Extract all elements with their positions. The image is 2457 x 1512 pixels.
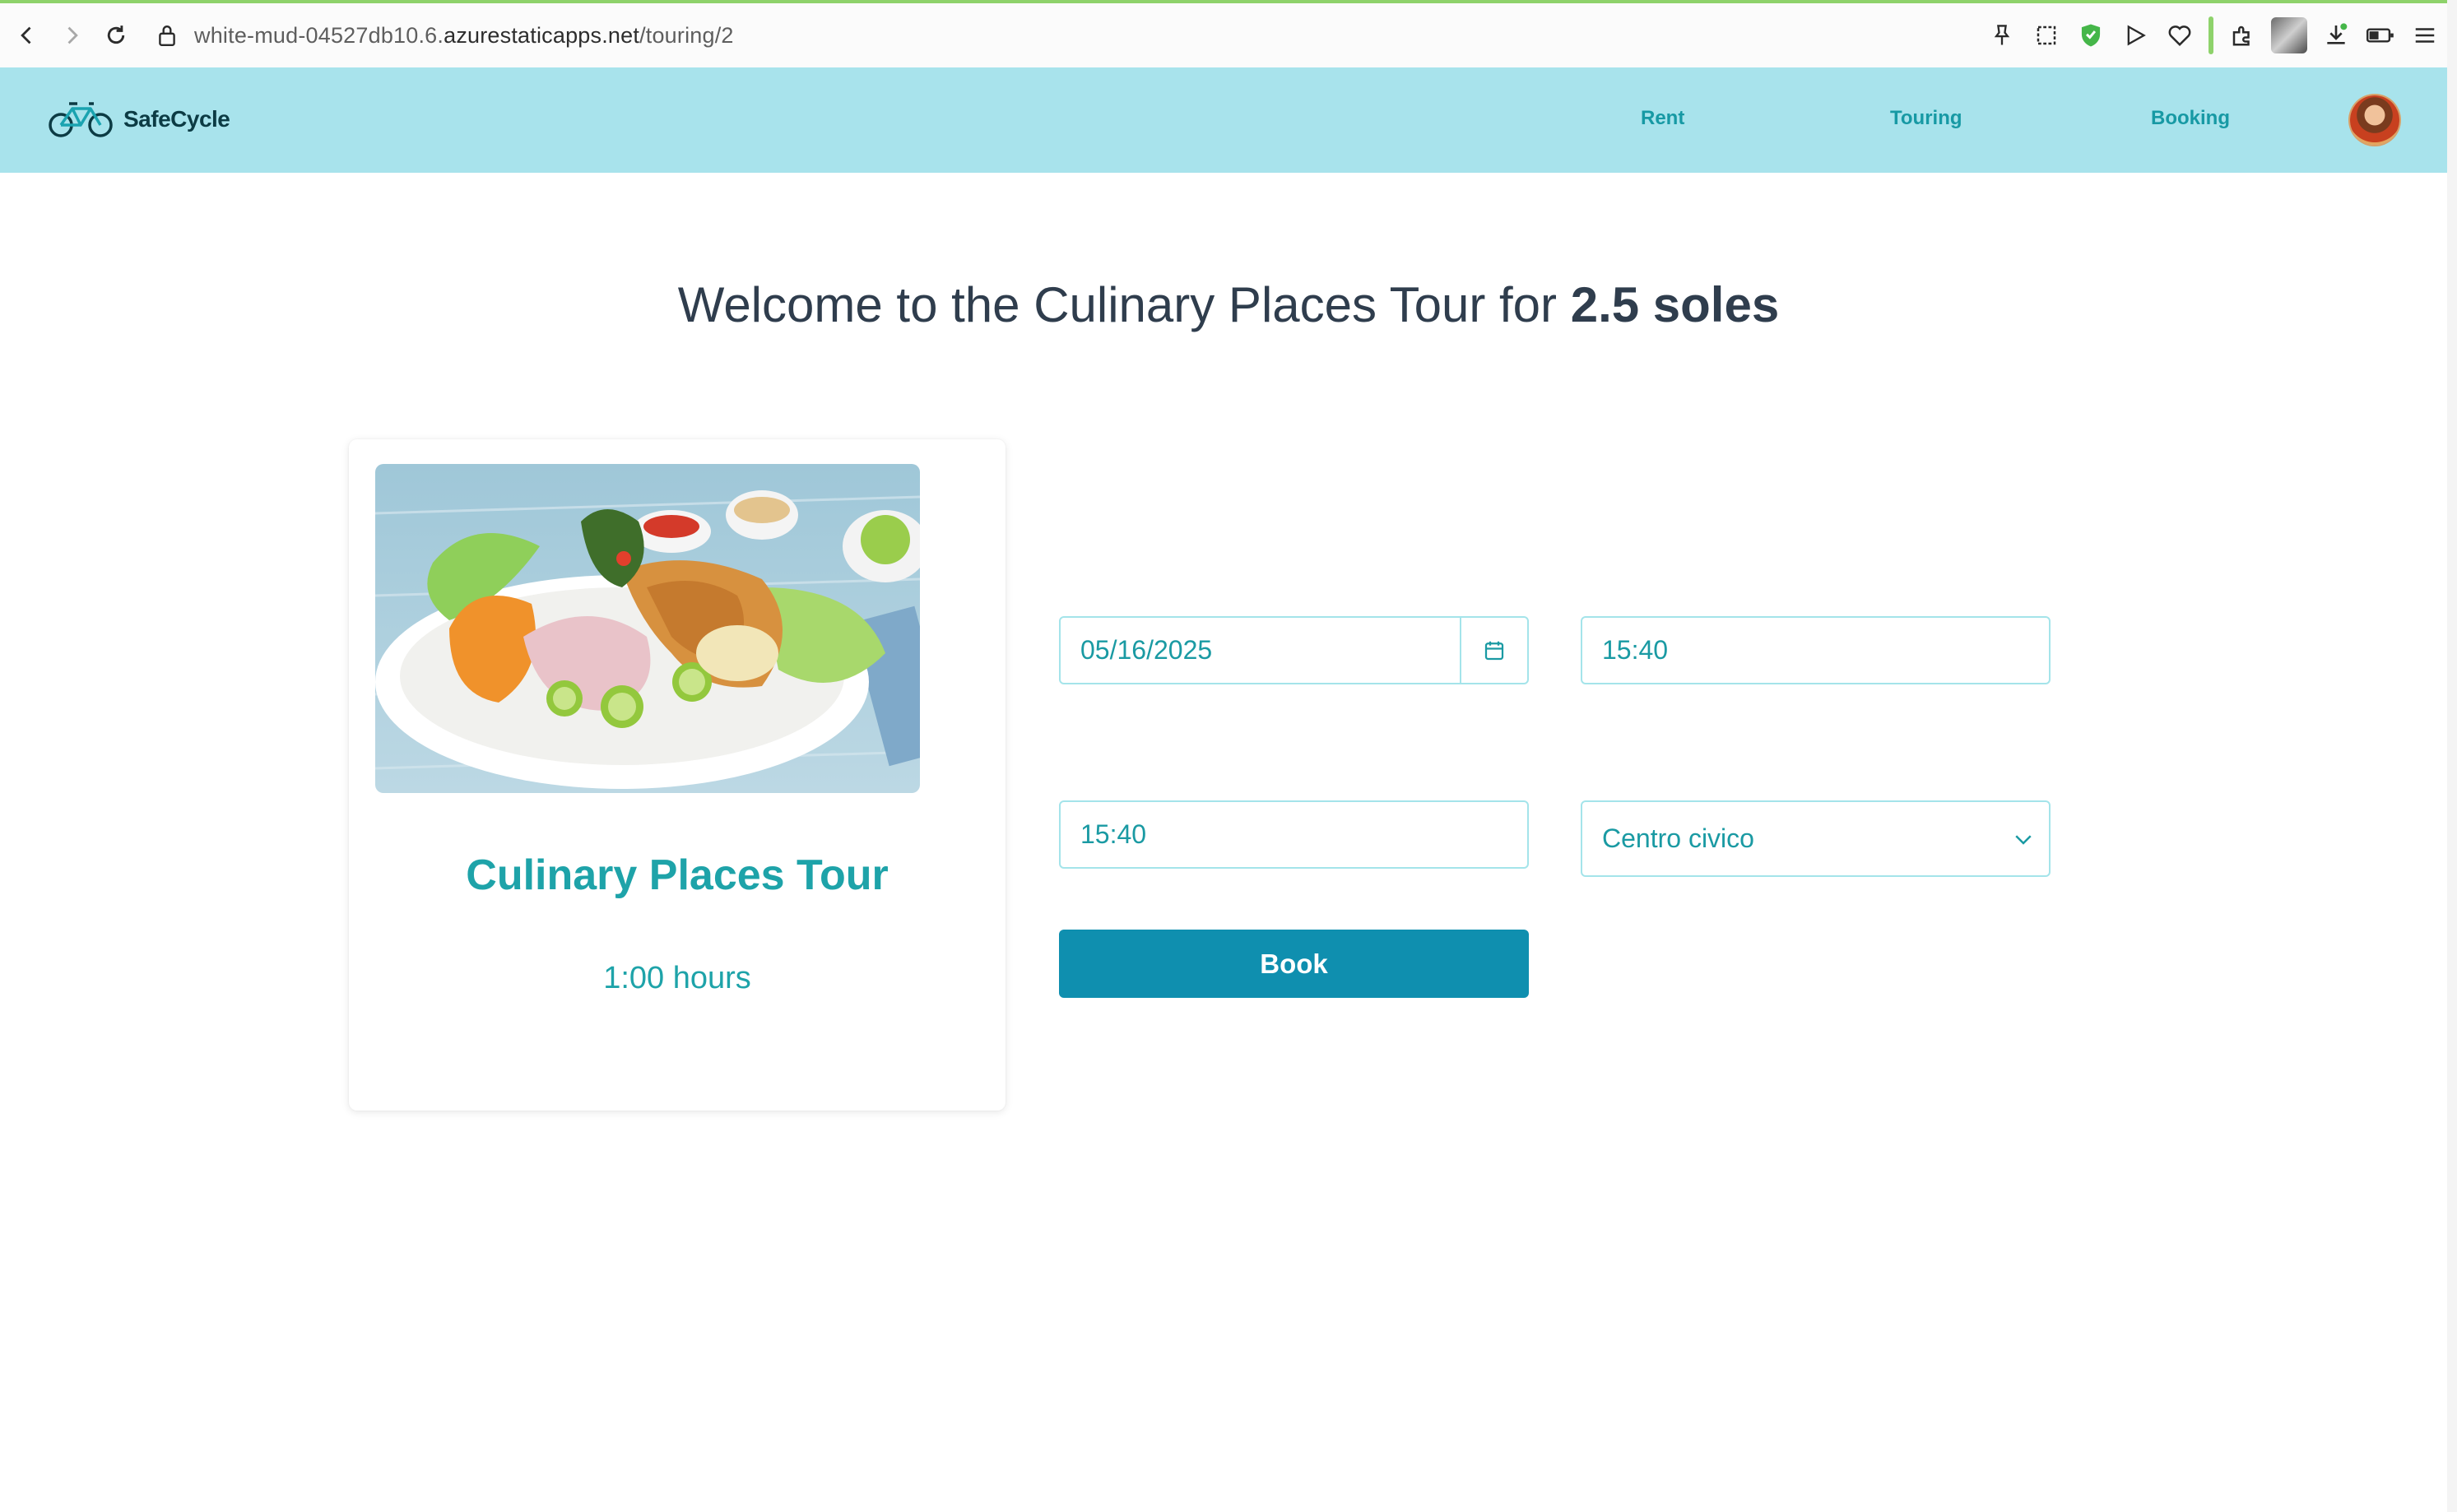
date-input[interactable] [1061, 618, 1460, 683]
tour-duration: 1:00 hours [603, 961, 751, 995]
tour-image [375, 464, 920, 793]
book-button[interactable]: Book [1059, 930, 1529, 998]
browser-toolbar: white-mud-04527db10.6.azurestaticapps.ne… [0, 0, 2457, 67]
tour-price: 2.5 soles [1570, 277, 1780, 332]
user-avatar[interactable] [2350, 95, 2399, 145]
extensions-icon[interactable] [2227, 20, 2258, 51]
end-time-input[interactable] [1061, 802, 1527, 867]
nav-touring[interactable]: Touring [1890, 107, 1962, 130]
chevron-down-icon [1998, 827, 2049, 851]
reload-button[interactable] [94, 13, 138, 58]
place-selected-value: Centro civico [1602, 823, 1754, 853]
url-domain: azurestaticapps.net [444, 22, 640, 48]
bicycle-icon [49, 102, 113, 137]
back-icon [21, 26, 31, 44]
tour-card: Culinary Places Tour 1:00 hours [349, 439, 1006, 1111]
nav-rent[interactable]: Rent [1641, 107, 1684, 130]
extensions-area [1986, 3, 2441, 67]
window-edge [2447, 0, 2457, 1512]
back-button[interactable] [5, 13, 49, 58]
welcome-text: Welcome to the Culinary Places Tour for [677, 277, 1558, 332]
calendar-button[interactable] [1459, 618, 1527, 683]
forward-icon [67, 26, 78, 44]
download-icon[interactable] [2320, 20, 2352, 51]
toolbar-separator [2209, 16, 2213, 54]
screenshot-icon[interactable] [2031, 20, 2062, 51]
shield-icon[interactable] [2075, 20, 2106, 51]
profile-avatar[interactable] [2271, 17, 2307, 53]
url-prefix: white-mud-04527db10.6. [194, 22, 444, 48]
address-bar[interactable]: white-mud-04527db10.6.azurestaticapps.ne… [156, 23, 734, 49]
send-icon[interactable] [2120, 20, 2151, 51]
start-time-input[interactable] [1582, 618, 2049, 683]
nav-booking[interactable]: Booking [2151, 107, 2230, 130]
place-select[interactable]: Centro civico [1581, 800, 2051, 877]
pin-icon[interactable] [1986, 20, 2018, 51]
battery-icon[interactable] [2365, 20, 2396, 51]
heart-icon[interactable] [2164, 20, 2195, 51]
date-field[interactable] [1059, 616, 1529, 684]
menu-icon[interactable] [2409, 20, 2441, 51]
end-time-field[interactable] [1059, 800, 1529, 869]
brand-logo[interactable]: SafeCycle [48, 99, 230, 140]
calendar-icon [1484, 641, 1503, 660]
lock-icon [159, 26, 175, 47]
tour-name: Culinary Places Tour [466, 851, 889, 899]
start-time-field[interactable] [1581, 616, 2051, 684]
url-text: white-mud-04527db10.6.azurestaticapps.ne… [194, 23, 734, 49]
url-path: /touring/2 [639, 22, 734, 48]
reload-icon [107, 26, 125, 44]
brand-name: SafeCycle [123, 106, 230, 132]
app-header: SafeCycle Rent Touring Booking [0, 67, 2457, 173]
forward-button[interactable] [49, 13, 94, 58]
page-title: Welcome to the Culinary Places Tour for … [0, 276, 2457, 333]
ceviche-plate-image [375, 464, 920, 793]
